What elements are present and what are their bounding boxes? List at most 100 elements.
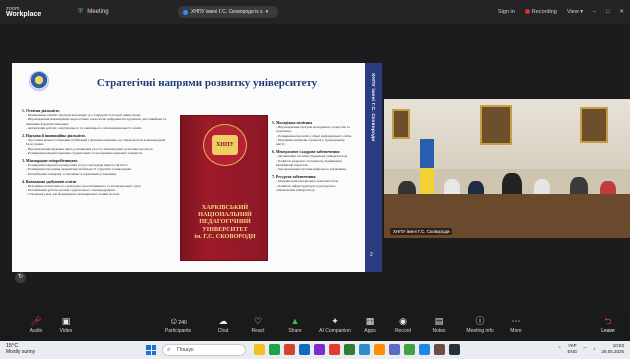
video-label-text: Video <box>59 328 73 334</box>
book-title: ХАРКІВСЬКИЙ НАЦІОНАЛЬНИЙ ПЕДАГОГІЧНИЙ УН… <box>185 204 265 240</box>
notes-button[interactable]: ▤ Notes <box>417 315 461 334</box>
book-line: ім. Г.С. СКОВОРОДИ <box>194 232 256 240</box>
clock-date: 28.05.2025 <box>601 348 624 354</box>
sign-in-link[interactable]: Sign in <box>498 9 515 15</box>
taskbar-search[interactable]: ⌕ Пошук <box>162 344 246 356</box>
notes-label: Notes <box>432 328 446 334</box>
taskbar-app-icon[interactable] <box>419 344 430 355</box>
react-label: React <box>251 328 265 334</box>
slide-section: 2. Наукова й інноваційна діяльність - Зр… <box>22 134 170 155</box>
share-indicator-icon <box>183 9 188 15</box>
chat-label: Chat <box>217 328 229 334</box>
top-right-controls: Sign in Recording View ▾ – □ ✕ <box>498 0 624 24</box>
university-logo <box>29 71 49 91</box>
clock[interactable]: 10:53 28.05.2025 <box>601 343 624 354</box>
ai-label: AI Companion <box>319 328 351 334</box>
share-label: Share <box>288 328 302 334</box>
section-line: - Розвиток кадрового потенціалу, підвище… <box>276 158 342 167</box>
slide-title: Стратегічні напрями розвитку університет… <box>96 77 318 89</box>
screen-share-tab[interactable]: ХНПУ імені Г.С. Сковороди is s ▾ <box>178 6 278 18</box>
leave-icon: ⮌ <box>604 316 612 326</box>
university-emblem: ХНПУ <box>203 124 247 166</box>
section-line: - Впровадження програм молодіжного лідер… <box>276 125 350 134</box>
wifi-icon[interactable]: ◠ <box>583 346 587 352</box>
meeting-label: Meeting <box>87 9 109 15</box>
close-icon[interactable]: ✕ <box>619 9 624 15</box>
portrait-frame <box>480 105 512 145</box>
windows-start-icon[interactable] <box>146 345 156 355</box>
portrait-frame <box>392 109 410 139</box>
blue-flag <box>420 139 434 197</box>
meeting-toolbar: 🎤︎ Audio ▣ Video ☺240 Participants ☁ Cha… <box>0 313 630 341</box>
recording-label: Recording <box>531 9 557 15</box>
section-line: - Удосконалення системи цифрового управл… <box>276 167 347 172</box>
slide-section: 1. Освітня діяльність - Приведення освіт… <box>22 109 170 130</box>
taskbar-app-icon[interactable] <box>299 344 310 355</box>
speaker-icon[interactable]: ♪ <box>593 346 595 352</box>
zoom-logo: zoom Workplace <box>0 6 70 18</box>
shared-slide: Стратегічні напрями розвитку університет… <box>12 63 382 272</box>
windows-taskbar: 15°C Mostly sunny ⌕ Пошук ⌃ УКР ENG ◠ ♪ … <box>0 341 630 359</box>
emblem-text: ХНПУ <box>212 135 238 155</box>
participants-label: Participants <box>164 328 192 334</box>
portrait-frame <box>580 107 608 143</box>
participant-video[interactable]: ХНПУ імені Г.С. Сковороди <box>384 99 630 238</box>
participants-button[interactable]: ☺240 Participants <box>156 315 200 334</box>
taskbar-app-icon[interactable] <box>314 344 325 355</box>
apps-label: Apps <box>364 328 376 334</box>
camera-switch-icon[interactable]: ↻ <box>15 272 26 283</box>
minimize-icon[interactable]: – <box>593 9 596 15</box>
book-line: УНІВЕРСИТЕТ <box>202 225 248 233</box>
system-tray: ⌃ УКР ENG ◠ ♪ 10:53 28.05.2025 <box>558 343 624 354</box>
record-dot-icon <box>524 9 530 15</box>
lang-bottom: ENG <box>567 348 578 354</box>
slide-section: 6. Менеджмент і кадрове забезпечення - О… <box>272 150 354 171</box>
info-label: Meeting info <box>466 328 494 334</box>
taskbar-app-icon[interactable] <box>344 344 355 355</box>
more-dots-icon: ⋯ <box>511 316 521 326</box>
zoom-brand-bottom: Workplace <box>6 11 42 18</box>
shield-icon: ⛨ <box>78 8 84 15</box>
taskbar-app-icon[interactable] <box>329 344 340 355</box>
leave-button[interactable]: ⮌ Leave <box>586 315 630 334</box>
section-line: - Створення умов для формування громадян… <box>26 192 120 197</box>
chevron-down-icon: ▾ <box>265 9 269 15</box>
language-indicator[interactable]: УКР ENG <box>568 343 578 354</box>
slide-left-column: 1. Освітня діяльність - Приведення освіт… <box>22 105 170 197</box>
recording-indicator[interactable]: Recording <box>524 9 557 15</box>
taskbar-app-icon[interactable] <box>284 344 295 355</box>
taskbar-app-icon[interactable] <box>374 344 385 355</box>
share-icon: ▲ <box>290 316 300 326</box>
share-button[interactable]: ▲ Share <box>273 315 317 334</box>
section-line: - Поглиблення співпраці з освітніми та н… <box>26 171 117 176</box>
maximize-icon[interactable]: □ <box>606 9 609 15</box>
slide-section: 4. Виховання здобувачів освіти - Підтрим… <box>22 180 170 197</box>
search-icon: ⌕ <box>167 347 171 353</box>
taskbar-apps <box>254 344 460 355</box>
taskbar-app-icon[interactable] <box>404 344 415 355</box>
chevron-up-icon[interactable]: ⌃ <box>558 346 562 352</box>
more-button[interactable]: ⋯ More <box>494 315 538 334</box>
meeting-info-button[interactable]: ⛨ Meeting <box>78 8 178 16</box>
slide-right-column: 5. Молодіжна політика - Впровадження про… <box>272 117 354 192</box>
weather-widget[interactable]: 15°C Mostly sunny <box>6 343 35 355</box>
notes-icon: ▤ <box>434 316 444 326</box>
taskbar-app-icon[interactable] <box>269 344 280 355</box>
audio-label: Audio <box>29 328 43 334</box>
view-menu[interactable]: View ▾ <box>567 9 583 15</box>
section-line: - Розвиток інфраструктури та ресурсного … <box>276 183 336 192</box>
taskbar-app-icon[interactable] <box>359 344 370 355</box>
university-book-cover: ХНПУ ХАРКІВСЬКИЙ НАЦІОНАЛЬНИЙ ПЕДАГОГІЧН… <box>180 115 268 261</box>
taskbar-app-icon[interactable] <box>449 344 460 355</box>
slide-section: 3. Міжнародне співробітництво - Розширен… <box>22 159 170 176</box>
video-button[interactable]: ▣ Video <box>44 315 88 334</box>
slide-section: 5. Молодіжна політика - Впровадження про… <box>272 121 354 146</box>
taskbar-app-icon[interactable] <box>254 344 265 355</box>
section-line: - Зростання кількості наукових публікаці… <box>26 138 166 147</box>
leave-label: Leave <box>601 328 615 334</box>
participants-icon: ☺240 <box>169 316 187 326</box>
taskbar-app-icon[interactable] <box>389 344 400 355</box>
taskbar-app-icon[interactable] <box>434 344 445 355</box>
video-camera-icon: ▣ <box>61 316 71 326</box>
weather-description: Mostly sunny <box>6 349 36 355</box>
